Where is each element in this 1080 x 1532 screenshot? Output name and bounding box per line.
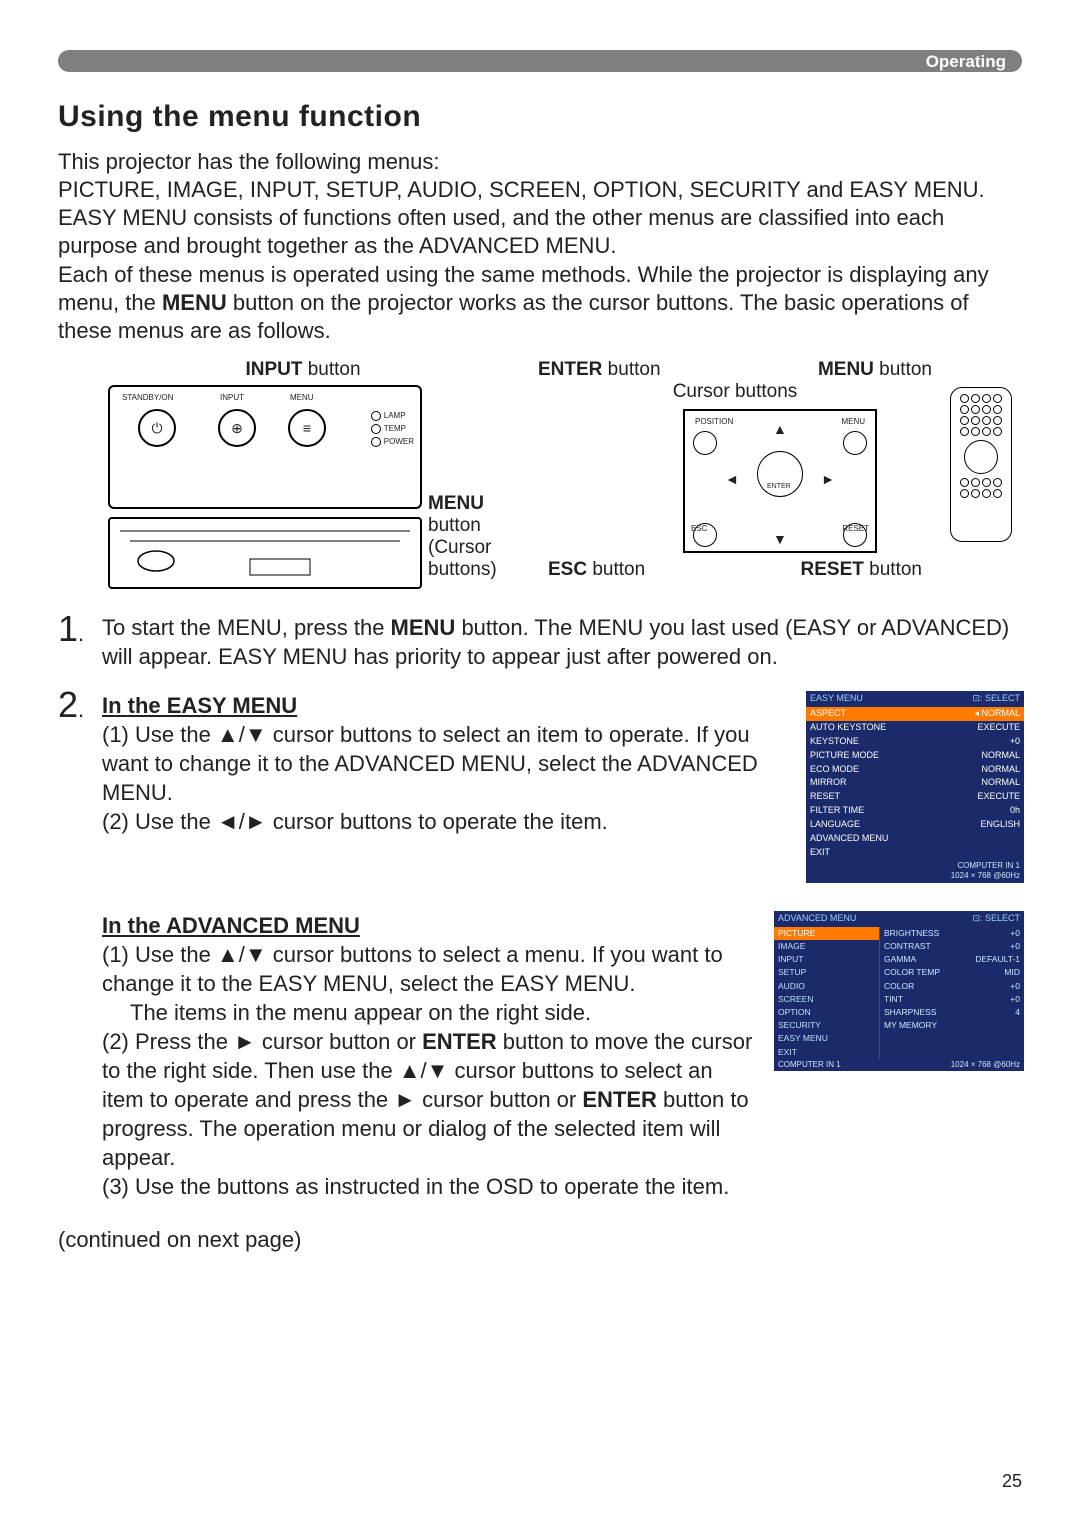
osd-row: ASPECT◂ NORMAL [806, 707, 1024, 721]
osd-row: OPTION [774, 1006, 879, 1019]
osd-row: AUDIO [774, 980, 879, 993]
osd-row: ECO MODENORMAL [806, 763, 1024, 777]
adv-step-1: (1) Use the ▲/▼ cursor buttons to select… [102, 940, 754, 998]
step-2: 2. In the EASY MENU (1) Use the ▲/▼ curs… [58, 689, 1022, 1201]
standby-knob: ⏻ [138, 409, 176, 447]
input-button-label: INPUT button [108, 359, 498, 381]
osd-title: EASY MENU [810, 693, 863, 705]
left-arrow-icon: ◄ [725, 471, 739, 487]
osd-row: RESETEXECUTE [806, 790, 1024, 804]
osd-row: PICTURE [774, 927, 879, 940]
osd-row: SETUP [774, 966, 879, 979]
input-label: INPUT [220, 393, 244, 402]
section-title: Using the menu function [58, 100, 1022, 134]
osd-row: SHARPNESS4 [880, 1006, 1024, 1019]
adv-step-1b: The items in the menu appear on the righ… [130, 998, 754, 1027]
controller-diagram: ENTER button MENU button Cursor buttons … [538, 359, 1022, 589]
power-led: POWER [384, 437, 414, 446]
osd-select-hint: ⊡: SELECT [972, 693, 1020, 705]
cursor-buttons-paren: (Cursor buttons) [428, 537, 497, 580]
navpad: POSITION MENU ENTER ESC RESET ▲ ▼ ◄ ► [683, 409, 877, 553]
steps-list: 1. To start the MENU, press the MENU but… [58, 613, 1022, 1201]
menu-tiny-label: MENU [841, 417, 865, 426]
intro-p4: Each of these menus is operated using th… [58, 261, 1022, 345]
osd-row: SECURITY [774, 1019, 879, 1032]
adv-step-2: (2) Press the ► cursor button or ENTER b… [102, 1027, 754, 1172]
header-category: Operating [926, 52, 1006, 72]
osd-row: COLOR+0 [880, 980, 1024, 993]
reset-button-label: RESET button [801, 559, 922, 581]
osd-row: LANGUAGEENGLISH [806, 818, 1024, 832]
header-bar: Operating [58, 50, 1022, 72]
esc-button-label: ESC button [548, 559, 645, 581]
diagram-row: INPUT button STANDBY/ON INPUT MENU ⏻ ⊕ ≡… [108, 359, 1022, 589]
projector-outline-icon [110, 519, 420, 587]
menu-knob: ≡ [288, 409, 326, 447]
menu-button-label: MENU button (Cursor buttons) [428, 493, 498, 581]
osd-row: GAMMADEFAULT-1 [880, 953, 1024, 966]
osd-row: MY MEMORY [880, 1019, 1024, 1032]
osd-row: EASY MENU [774, 1032, 879, 1045]
easy-step-2: (2) Use the ◄/► cursor buttons to operat… [102, 807, 786, 836]
menu-icon: ≡ [303, 420, 311, 436]
advanced-menu-osd: ADVANCED MENU ⊡: SELECT PICTUREIMAGEINPU… [772, 909, 1026, 1074]
osd-row: TINT+0 [880, 993, 1024, 1006]
osd-row: BRIGHTNESS+0 [880, 927, 1024, 940]
input-icon: ⊕ [231, 420, 243, 436]
intro-p2: PICTURE, IMAGE, INPUT, SETUP, AUDIO, SCR… [58, 176, 1022, 204]
osd-row: CONTRAST+0 [880, 940, 1024, 953]
menu-label: MENU [290, 393, 314, 402]
projector-body [108, 517, 422, 589]
osd-row: COLOR TEMPMID [880, 966, 1024, 979]
projector-top-panel: STANDBY/ON INPUT MENU ⏻ ⊕ ≡ LAMP TEMP PO… [108, 385, 422, 509]
easy-menu-heading: In the EASY MENU [102, 691, 786, 720]
up-arrow-icon: ▲ [773, 421, 787, 437]
temp-led: TEMP [384, 424, 406, 433]
easy-menu-osd: EASY MENU ⊡: SELECT ASPECT◂ NORMALAUTO K… [804, 689, 1026, 885]
adv-step-3: (3) Use the buttons as instructed in the… [102, 1172, 1022, 1201]
osd-row: IMAGE [774, 940, 879, 953]
osd-title: ADVANCED MENU [778, 913, 856, 925]
osd-row: EXIT [774, 1046, 879, 1059]
osd-row: AUTO KEYSTONEEXECUTE [806, 721, 1024, 735]
intro-p3: EASY MENU consists of functions often us… [58, 204, 1022, 260]
menu-button-label-2: MENU button [818, 359, 932, 381]
osd-row: ADVANCED MENU [806, 832, 1024, 846]
osd-row: SCREEN [774, 993, 879, 1006]
led-indicators: LAMP TEMP POWER [371, 411, 414, 450]
osd-row: KEYSTONE+0 [806, 735, 1024, 749]
enter-button-label: ENTER button [538, 359, 661, 381]
osd-rows: ASPECT◂ NORMALAUTO KEYSTONEEXECUTEKEYSTO… [806, 707, 1024, 860]
osd-row: EXIT [806, 846, 1024, 860]
page: Operating Using the menu function This p… [0, 0, 1080, 1532]
position-label: POSITION [695, 417, 733, 426]
input-knob: ⊕ [218, 409, 256, 447]
down-arrow-icon: ▼ [773, 531, 787, 547]
intro-block: This projector has the following menus: … [58, 148, 1022, 345]
osd-select-hint: ⊡: SELECT [972, 913, 1020, 925]
continued-note: (continued on next page) [58, 1227, 1022, 1253]
power-icon: ⏻ [151, 420, 162, 436]
intro-p1: This projector has the following menus: [58, 148, 1022, 176]
osd-row: INPUT [774, 953, 879, 966]
projector-diagram: INPUT button STANDBY/ON INPUT MENU ⏻ ⊕ ≡… [108, 359, 498, 589]
right-arrow-icon: ► [821, 471, 835, 487]
osd-row: PICTURE MODENORMAL [806, 749, 1024, 763]
step-1: 1. To start the MENU, press the MENU but… [58, 613, 1022, 671]
page-number: 25 [1002, 1471, 1022, 1492]
standby-label: STANDBY/ON [122, 393, 173, 402]
easy-step-1: (1) Use the ▲/▼ cursor buttons to select… [102, 720, 786, 807]
osd-row: MIRRORNORMAL [806, 776, 1024, 790]
lamp-led: LAMP [384, 411, 406, 420]
advanced-menu-heading: In the ADVANCED MENU [102, 911, 754, 940]
osd-row: FILTER TIME0h [806, 804, 1024, 818]
remote-control-icon [950, 387, 1012, 542]
